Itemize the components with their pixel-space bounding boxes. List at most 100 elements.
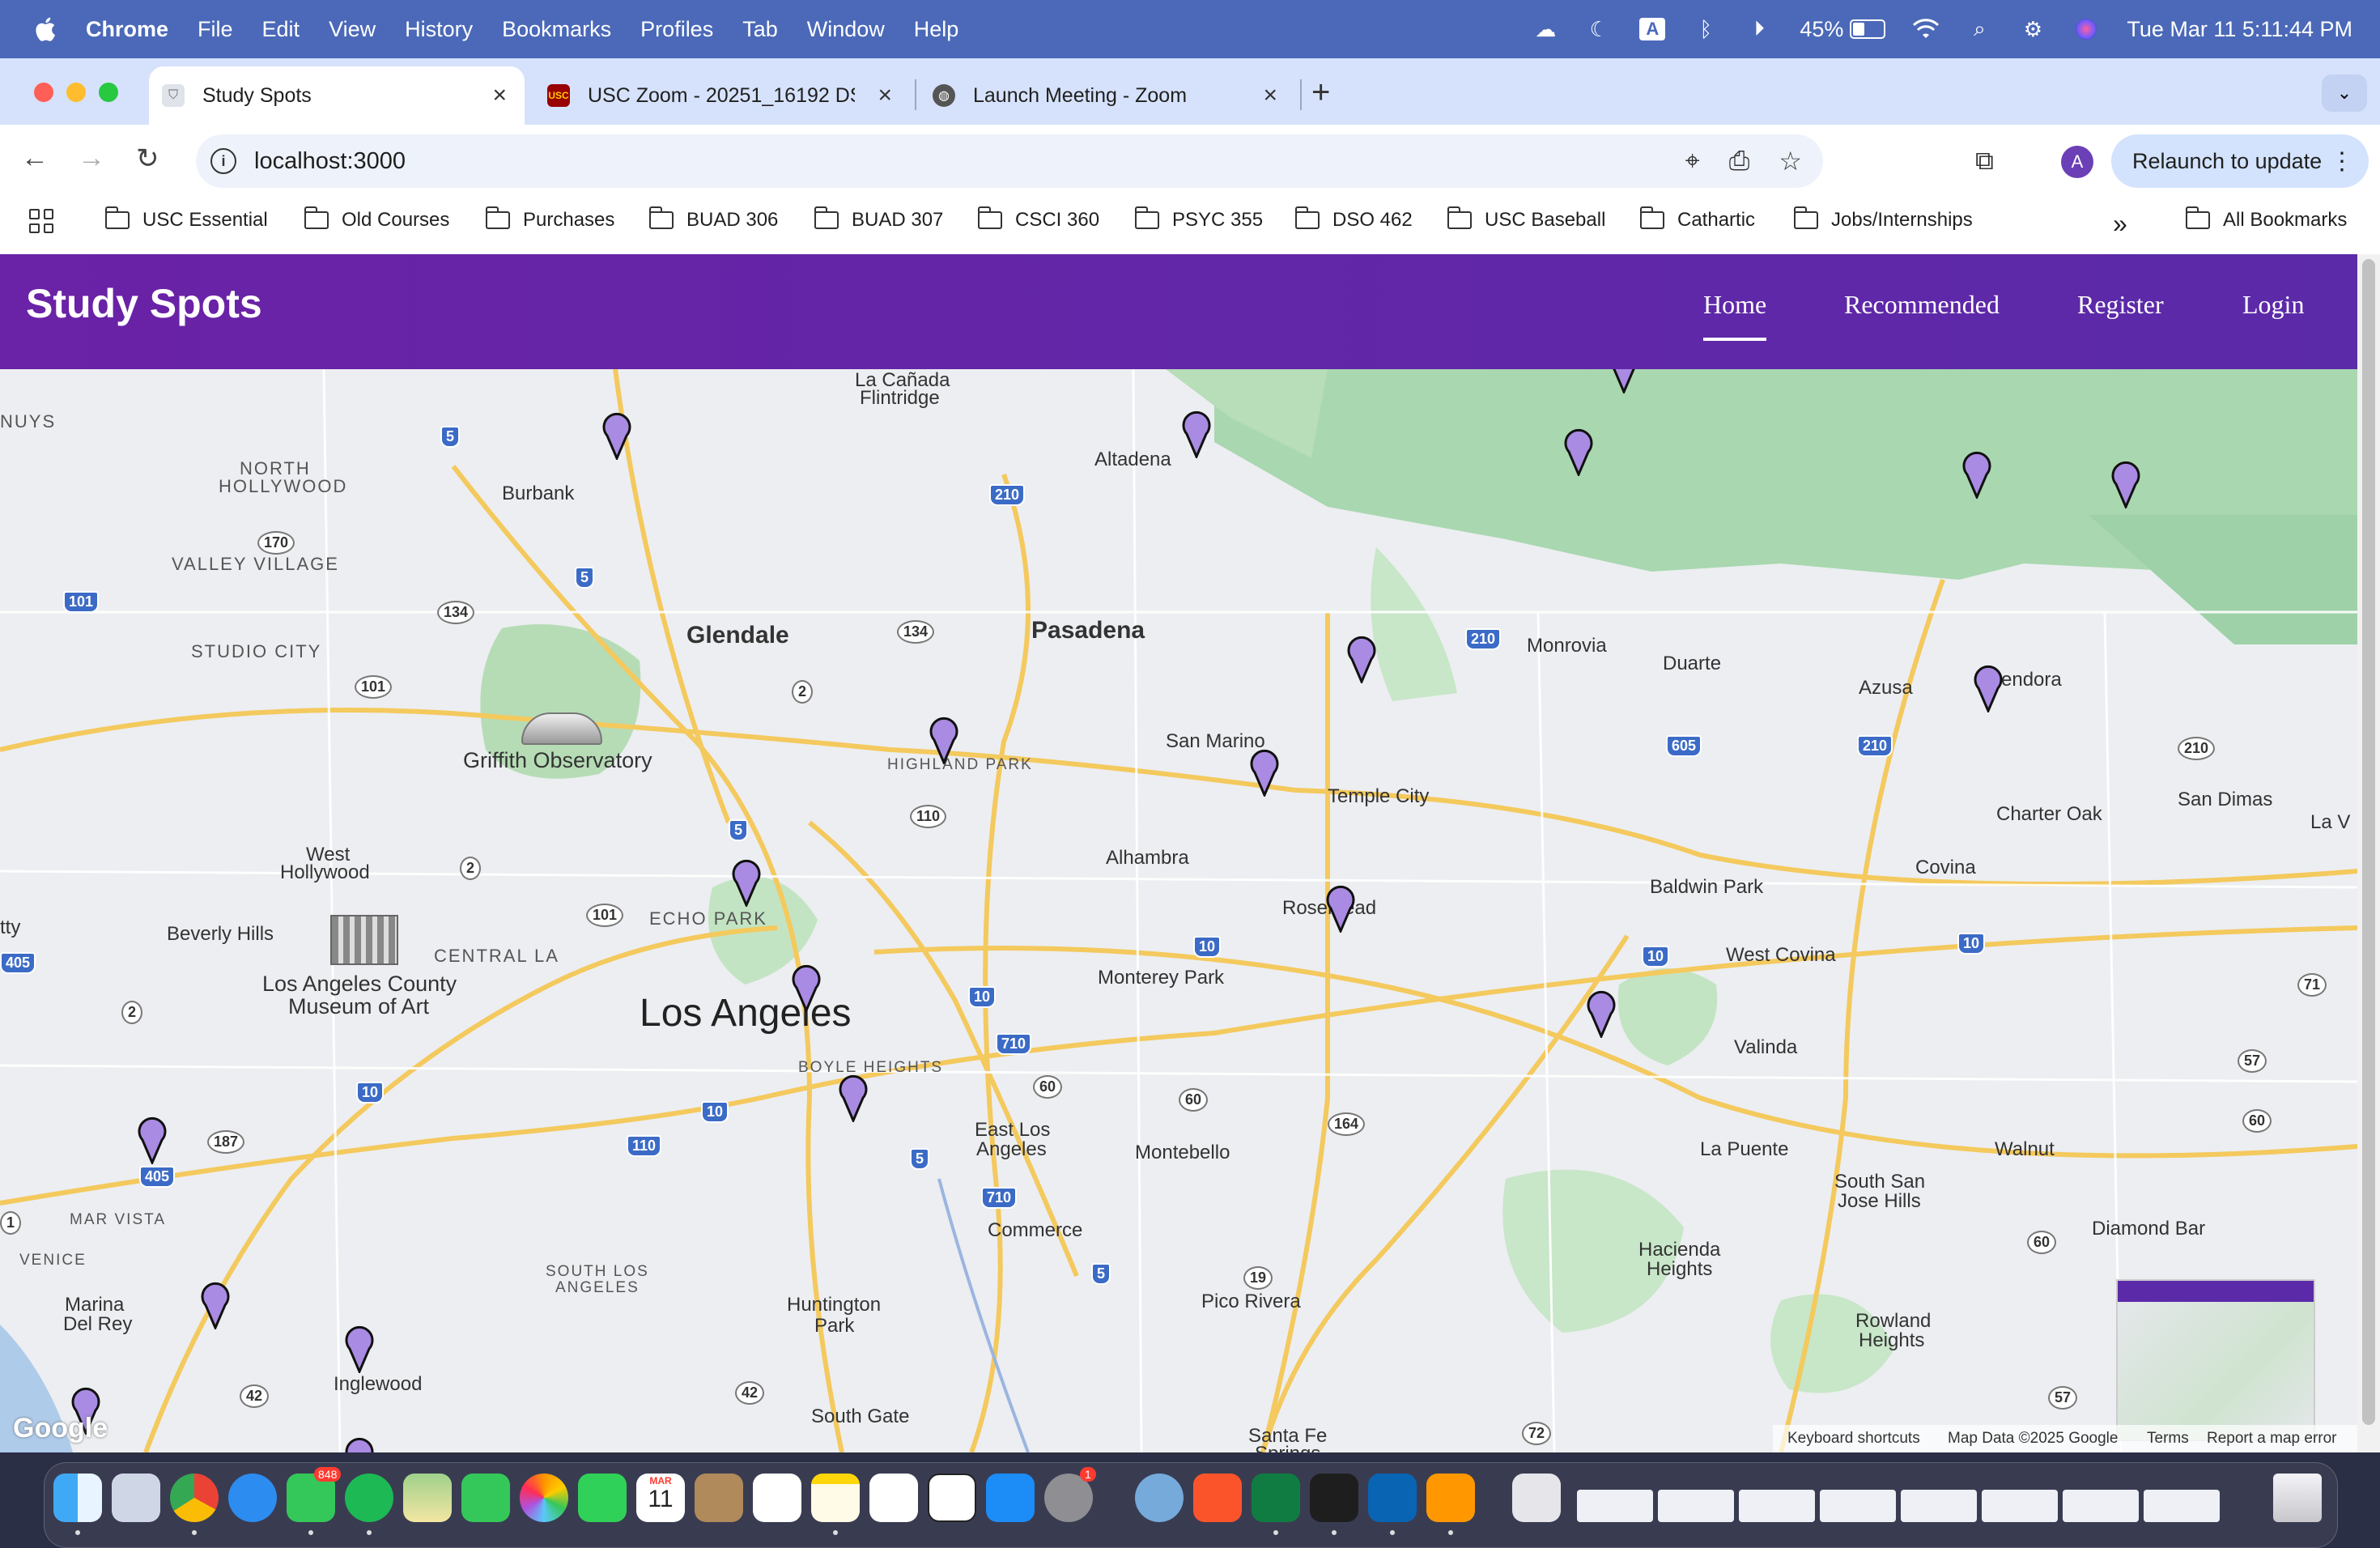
minimized-window-thumb[interactable]	[1820, 1490, 1896, 1522]
menu-view[interactable]: View	[329, 17, 376, 42]
map-label-lacma-2[interactable]: Museum of Art	[288, 994, 429, 1019]
bookmark-folder[interactable]: Jobs/Internships	[1793, 206, 1973, 232]
url-text[interactable]: localhost:3000	[254, 148, 406, 175]
study-spot-marker[interactable]	[136, 1112, 168, 1164]
keyboard-shortcuts-link[interactable]: Keyboard shortcuts	[1787, 1430, 1920, 1448]
downloads-stack-icon[interactable]	[1512, 1474, 1561, 1522]
menu-window[interactable]: Window	[807, 17, 885, 42]
install-app-icon[interactable]: ⎙	[1729, 146, 1750, 176]
trash-icon[interactable]	[2273, 1474, 2322, 1522]
report-map-error-link[interactable]: Report a map error	[2207, 1430, 2337, 1448]
close-tab-icon[interactable]: ×	[1263, 82, 1277, 109]
study-spot-marker[interactable]	[343, 1433, 376, 1452]
observatory-icon[interactable]	[521, 712, 602, 745]
bookmarks-overflow-button[interactable]: »	[2113, 209, 2127, 239]
menu-tab[interactable]: Tab	[742, 17, 778, 42]
nav-recommended[interactable]: Recommended	[1844, 290, 2000, 320]
menu-file[interactable]: File	[198, 17, 233, 42]
wifi-icon[interactable]	[1913, 18, 1940, 40]
study-spot-marker[interactable]	[1248, 745, 1281, 797]
minimize-window-button[interactable]	[66, 83, 86, 102]
museum-icon[interactable]	[330, 915, 398, 965]
play-icon[interactable]: ⏵	[1746, 16, 1772, 40]
minimized-window-thumb[interactable]	[1901, 1490, 1977, 1522]
launchpad-icon[interactable]	[112, 1474, 160, 1522]
study-spot-marker[interactable]	[1961, 447, 1993, 499]
bookmark-folder[interactable]: USC Essential	[104, 206, 268, 232]
back-arrow-icon[interactable]: ←	[21, 142, 49, 174]
study-spot-marker[interactable]	[730, 855, 763, 907]
study-spot-marker[interactable]	[601, 408, 633, 460]
sublime-icon[interactable]	[1426, 1474, 1475, 1522]
brave-icon[interactable]	[1193, 1474, 1242, 1522]
menu-history[interactable]: History	[405, 17, 473, 42]
study-spot-marker[interactable]	[1345, 632, 1378, 683]
spotlight-search-icon[interactable]: ⌕	[1966, 16, 1992, 40]
apple-menu-icon[interactable]	[31, 14, 62, 45]
battery-status[interactable]: 45%	[1800, 17, 1886, 42]
bookmark-folder[interactable]: BUAD 306	[648, 206, 778, 232]
location-pin-icon[interactable]: ⌖	[1685, 146, 1700, 176]
minimized-window-thumb[interactable]	[1739, 1490, 1815, 1522]
minimized-window-thumb[interactable]	[1577, 1490, 1653, 1522]
zoom-window-button[interactable]	[99, 83, 118, 102]
more-menu-icon[interactable]: ⋮	[2330, 147, 2354, 176]
freeform-icon[interactable]	[869, 1474, 918, 1522]
study-spot-marker[interactable]	[1180, 406, 1213, 458]
spotify-icon[interactable]	[345, 1474, 393, 1522]
safari-icon[interactable]	[228, 1474, 277, 1522]
app-store-icon[interactable]	[986, 1474, 1035, 1522]
tab-launch-meeting[interactable]: ◍ Launch Meeting - Zoom ×	[920, 66, 1295, 125]
bookmark-folder[interactable]: Purchases	[485, 206, 614, 232]
nav-register[interactable]: Register	[2077, 290, 2164, 320]
study-spot-marker[interactable]	[1324, 881, 1357, 933]
map-label-lacma-1[interactable]: Los Angeles County	[262, 972, 457, 997]
maps-icon[interactable]	[403, 1474, 452, 1522]
page-scrollbar[interactable]	[2357, 254, 2380, 1452]
bookmark-folder[interactable]: DSO 462	[1294, 206, 1413, 232]
study-spot-marker[interactable]	[928, 712, 960, 764]
map-label-griffith-observatory[interactable]: Griffith Observatory	[463, 748, 652, 773]
bluetooth-icon[interactable]: ᛒ	[1693, 17, 1719, 41]
minimized-window-thumb[interactable]	[1982, 1490, 2058, 1522]
reminders-icon[interactable]	[753, 1474, 801, 1522]
study-spot-marker[interactable]	[2110, 457, 2142, 508]
study-spot-marker[interactable]	[1562, 424, 1595, 476]
menu-bookmarks[interactable]: Bookmarks	[502, 17, 611, 42]
close-window-button[interactable]	[34, 83, 53, 102]
nav-login[interactable]: Login	[2242, 290, 2304, 320]
minimized-window-thumb[interactable]	[2144, 1490, 2220, 1522]
terms-link[interactable]: Terms	[2147, 1430, 2189, 1448]
facetime-icon[interactable]	[578, 1474, 627, 1522]
menu-app-name[interactable]: Chrome	[86, 17, 168, 42]
photos-icon[interactable]	[520, 1474, 568, 1522]
menu-edit[interactable]: Edit	[262, 17, 300, 42]
study-spot-marker[interactable]	[790, 960, 822, 1012]
extensions-puzzle-icon[interactable]: ⧉	[1975, 146, 1994, 176]
new-tab-button[interactable]: +	[1311, 74, 1330, 111]
google-map[interactable]: Los Angeles Glendale Pasadena Burbank Al…	[0, 369, 2357, 1452]
notes-icon[interactable]	[811, 1474, 860, 1522]
close-tab-icon[interactable]: ×	[492, 82, 507, 109]
scrollbar-thumb[interactable]	[2362, 259, 2375, 1425]
find-my-icon[interactable]	[461, 1474, 510, 1522]
address-bar[interactable]: i localhost:3000 ⌖ ⎙ ☆	[196, 134, 1823, 188]
bookmark-folder[interactable]: PSYC 355	[1134, 206, 1263, 232]
notion-icon[interactable]	[928, 1474, 976, 1522]
study-spot-marker[interactable]	[1972, 661, 2004, 712]
site-info-icon[interactable]: i	[210, 148, 236, 174]
finder-icon[interactable]	[53, 1474, 102, 1522]
creative-cloud-icon[interactable]: ☁	[1532, 17, 1558, 41]
study-spot-marker[interactable]	[1585, 986, 1617, 1038]
control-center-icon[interactable]: ⚙	[2020, 17, 2046, 41]
menu-datetime[interactable]: Tue Mar 11 5:11:44 PM	[2127, 17, 2352, 42]
vscode-icon[interactable]	[1368, 1474, 1417, 1522]
contacts-icon[interactable]	[695, 1474, 743, 1522]
input-source-icon[interactable]: A	[1639, 18, 1666, 40]
excel-icon[interactable]	[1252, 1474, 1300, 1522]
bookmark-folder[interactable]: USC Baseball	[1447, 206, 1605, 232]
bookmark-star-icon[interactable]: ☆	[1779, 146, 1802, 176]
relaunch-to-update-button[interactable]: Relaunch to update ⋮	[2111, 134, 2369, 188]
apps-grid-icon[interactable]	[29, 209, 53, 233]
profile-avatar[interactable]: A	[2061, 146, 2093, 178]
